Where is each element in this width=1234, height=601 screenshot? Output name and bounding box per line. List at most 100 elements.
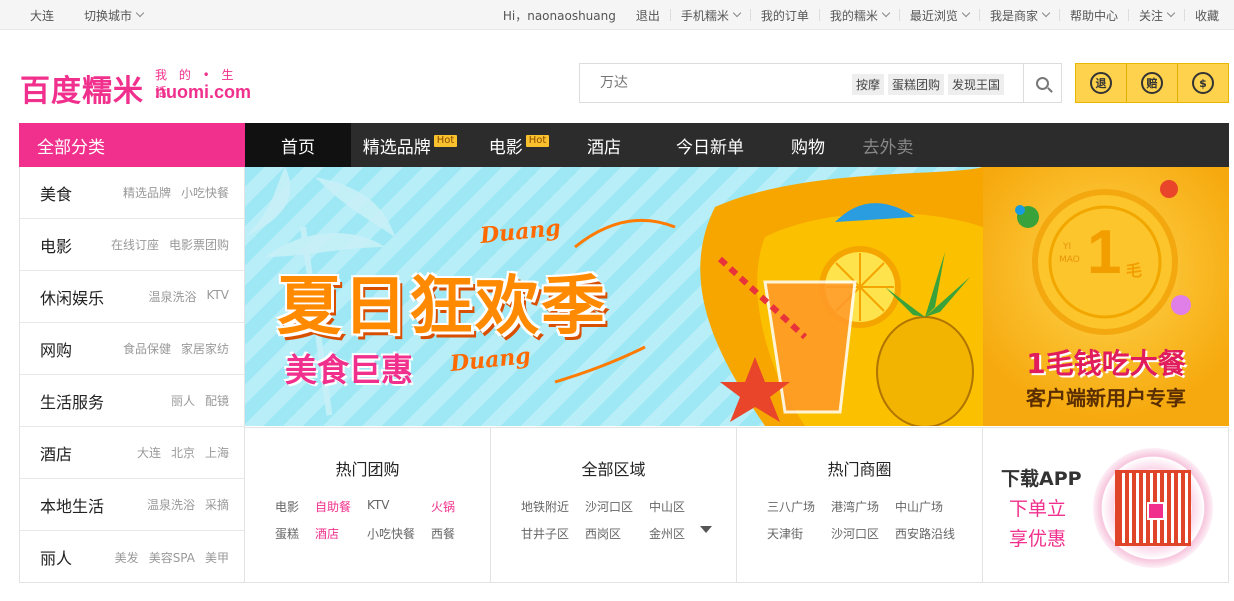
nav-shopping[interactable]: 购物: [781, 123, 835, 167]
category-online-shopping[interactable]: 网购 食品保健 家居家纺: [20, 323, 244, 375]
area-link[interactable]: 金州区: [649, 525, 685, 542]
nav-home[interactable]: 首页: [245, 123, 351, 167]
app-download-box[interactable]: 下载APP 下单立 享优惠: [983, 427, 1229, 583]
subcategory-link[interactable]: 温泉洗浴: [147, 496, 195, 513]
hot-districts-links: 三八广场 港湾广场 中山广场 天津街 沙河口区 西安路沿线: [767, 498, 955, 542]
hotword-tag[interactable]: 按摩: [852, 74, 885, 95]
logo-english: nuomi.com: [155, 82, 252, 102]
subcategory-link[interactable]: 家居家纺: [181, 340, 229, 357]
help-center-link[interactable]: 帮助中心: [1060, 7, 1128, 24]
groupbuy-link[interactable]: 蛋糕: [275, 525, 299, 542]
groupbuy-link[interactable]: 电影: [275, 498, 299, 515]
switch-city-dropdown[interactable]: 切换城市: [74, 7, 153, 24]
one-mao-banner[interactable]: 1 毛 YI MAO 1毛钱吃大餐 客户端新用户专享: [983, 167, 1229, 426]
qr-code-icon: [1115, 470, 1191, 546]
category-beauty[interactable]: 丽人 美发 美容SPA 美甲: [20, 531, 244, 583]
area-link[interactable]: 沙河口区: [585, 498, 633, 515]
logo-main-text: 百度糯米: [20, 74, 144, 109]
area-link[interactable]: 西岗区: [585, 525, 633, 542]
compensate-promise[interactable]: 赔: [1127, 64, 1178, 102]
coin-unit: 毛: [1126, 261, 1143, 280]
area-link[interactable]: 地铁附近: [521, 498, 569, 515]
groupbuy-link[interactable]: 小吃快餐: [367, 525, 415, 542]
all-categories-button[interactable]: 全部分类: [19, 123, 245, 167]
refund-promise[interactable]: 退: [1076, 64, 1127, 102]
category-name: 电影: [40, 236, 73, 256]
subcategory-link[interactable]: 大连: [137, 444, 161, 461]
nav-takeout[interactable]: 去外卖: [835, 123, 941, 167]
pineapple-icon: [876, 316, 974, 426]
all-areas-title: 全部区域: [581, 460, 646, 479]
category-subs: 大连 北京 上海: [137, 444, 229, 461]
follow-dropdown[interactable]: 关注: [1129, 7, 1184, 24]
follow-label: 关注: [1138, 8, 1163, 23]
category-life-services[interactable]: 生活服务 丽人 配镜: [20, 375, 244, 427]
all-areas-box: 全部区域 地铁附近 沙河口区 中山区 甘井子区 西岗区 金州区: [491, 427, 737, 583]
district-link[interactable]: 西安路沿线: [895, 525, 955, 542]
category-subs: 精选品牌 小吃快餐: [123, 184, 229, 201]
hotword-tag[interactable]: 发现王国: [948, 74, 1005, 95]
swoosh-decoration: [554, 345, 646, 384]
logout-link[interactable]: 退出: [626, 7, 670, 24]
favorite-link[interactable]: 收藏: [1185, 7, 1229, 24]
category-hotel[interactable]: 酒店 大连 北京 上海: [20, 427, 244, 479]
subcategory-link[interactable]: 在线订座: [111, 236, 159, 253]
switch-city-label: 切换城市: [84, 8, 133, 23]
chevron-down-icon: [881, 8, 891, 18]
expand-areas-icon[interactable]: [700, 526, 712, 533]
merchant-dropdown[interactable]: 我是商家: [980, 7, 1059, 24]
area-link[interactable]: 甘井子区: [521, 525, 569, 542]
district-link[interactable]: 天津街: [767, 525, 815, 542]
category-name: 丽人: [40, 549, 73, 568]
district-link[interactable]: 沙河口区: [831, 525, 879, 542]
coin-yi: YI: [1063, 242, 1072, 252]
main-nav: 全部分类 首页 精选品牌 Hot 电影 Hot 酒店 今日新单 购物 去外卖: [19, 123, 1229, 167]
my-orders-link[interactable]: 我的订单: [751, 7, 819, 24]
subcategory-link[interactable]: 美发: [115, 549, 139, 566]
groupbuy-link[interactable]: 自助餐: [315, 498, 351, 515]
banner-title: 夏日狂欢季: [277, 270, 607, 344]
groupbuy-link[interactable]: 酒店: [315, 525, 351, 542]
nav-hotel[interactable]: 酒店: [569, 123, 639, 167]
groupbuy-link[interactable]: 火锅: [431, 498, 455, 515]
search-button[interactable]: [1023, 64, 1061, 102]
search-box: 按摩 蛋糕团购 发现王国: [579, 63, 1062, 103]
area-link[interactable]: 中山区: [649, 498, 685, 515]
subcategory-link[interactable]: 配镜: [205, 392, 229, 409]
nav-brands[interactable]: 精选品牌 Hot: [351, 123, 469, 167]
subcategory-link[interactable]: 电影票团购: [169, 236, 229, 253]
category-food[interactable]: 美食 精选品牌 小吃快餐: [20, 167, 244, 219]
search-input[interactable]: [580, 64, 850, 102]
category-movie[interactable]: 电影 在线订座 电影票团购: [20, 219, 244, 271]
district-link[interactable]: 三八广场: [767, 498, 815, 515]
category-local-life[interactable]: 本地生活 温泉洗浴 采摘: [20, 479, 244, 531]
subcategory-link[interactable]: KTV: [207, 288, 229, 305]
category-leisure[interactable]: 休闲娱乐 温泉洗浴 KTV: [20, 271, 244, 323]
money-promise[interactable]: $: [1178, 64, 1228, 102]
subcategory-link[interactable]: 采摘: [205, 496, 229, 513]
recent-views-dropdown[interactable]: 最近浏览: [900, 7, 979, 24]
subcategory-link[interactable]: 精选品牌: [123, 184, 171, 201]
my-nuomi-dropdown[interactable]: 我的糯米: [820, 7, 899, 24]
district-link[interactable]: 港湾广场: [831, 498, 879, 515]
summer-carnival-banner[interactable]: Duang 夏日狂欢季 美食巨惠 Duang: [245, 167, 983, 426]
subcategory-link[interactable]: 丽人: [171, 392, 195, 409]
site-logo[interactable]: 百度糯米 我 的 • 生 活 nuomi.com: [20, 62, 252, 109]
subcategory-link[interactable]: 小吃快餐: [181, 184, 229, 201]
district-link[interactable]: 中山广场: [895, 498, 955, 515]
subcategory-link[interactable]: 北京: [171, 444, 195, 461]
subcategory-link[interactable]: 上海: [205, 444, 229, 461]
groupbuy-link[interactable]: KTV: [367, 498, 415, 515]
mobile-nuomi-dropdown[interactable]: 手机糯米: [671, 7, 750, 24]
category-name: 生活服务: [40, 392, 105, 412]
nav-movies[interactable]: 电影 Hot: [469, 123, 569, 167]
subcategory-link[interactable]: 美容SPA: [149, 549, 195, 566]
blue-bubble: [1015, 205, 1025, 215]
groupbuy-link[interactable]: 西餐: [431, 525, 455, 542]
subcategory-link[interactable]: 美甲: [205, 549, 229, 566]
subcategory-link[interactable]: 食品保健: [123, 340, 171, 357]
subcategory-link[interactable]: 温泉洗浴: [149, 288, 197, 305]
hotword-tag[interactable]: 蛋糕团购: [888, 74, 945, 95]
chevron-down-icon: [135, 8, 145, 18]
nav-new-deals[interactable]: 今日新单: [639, 123, 781, 167]
